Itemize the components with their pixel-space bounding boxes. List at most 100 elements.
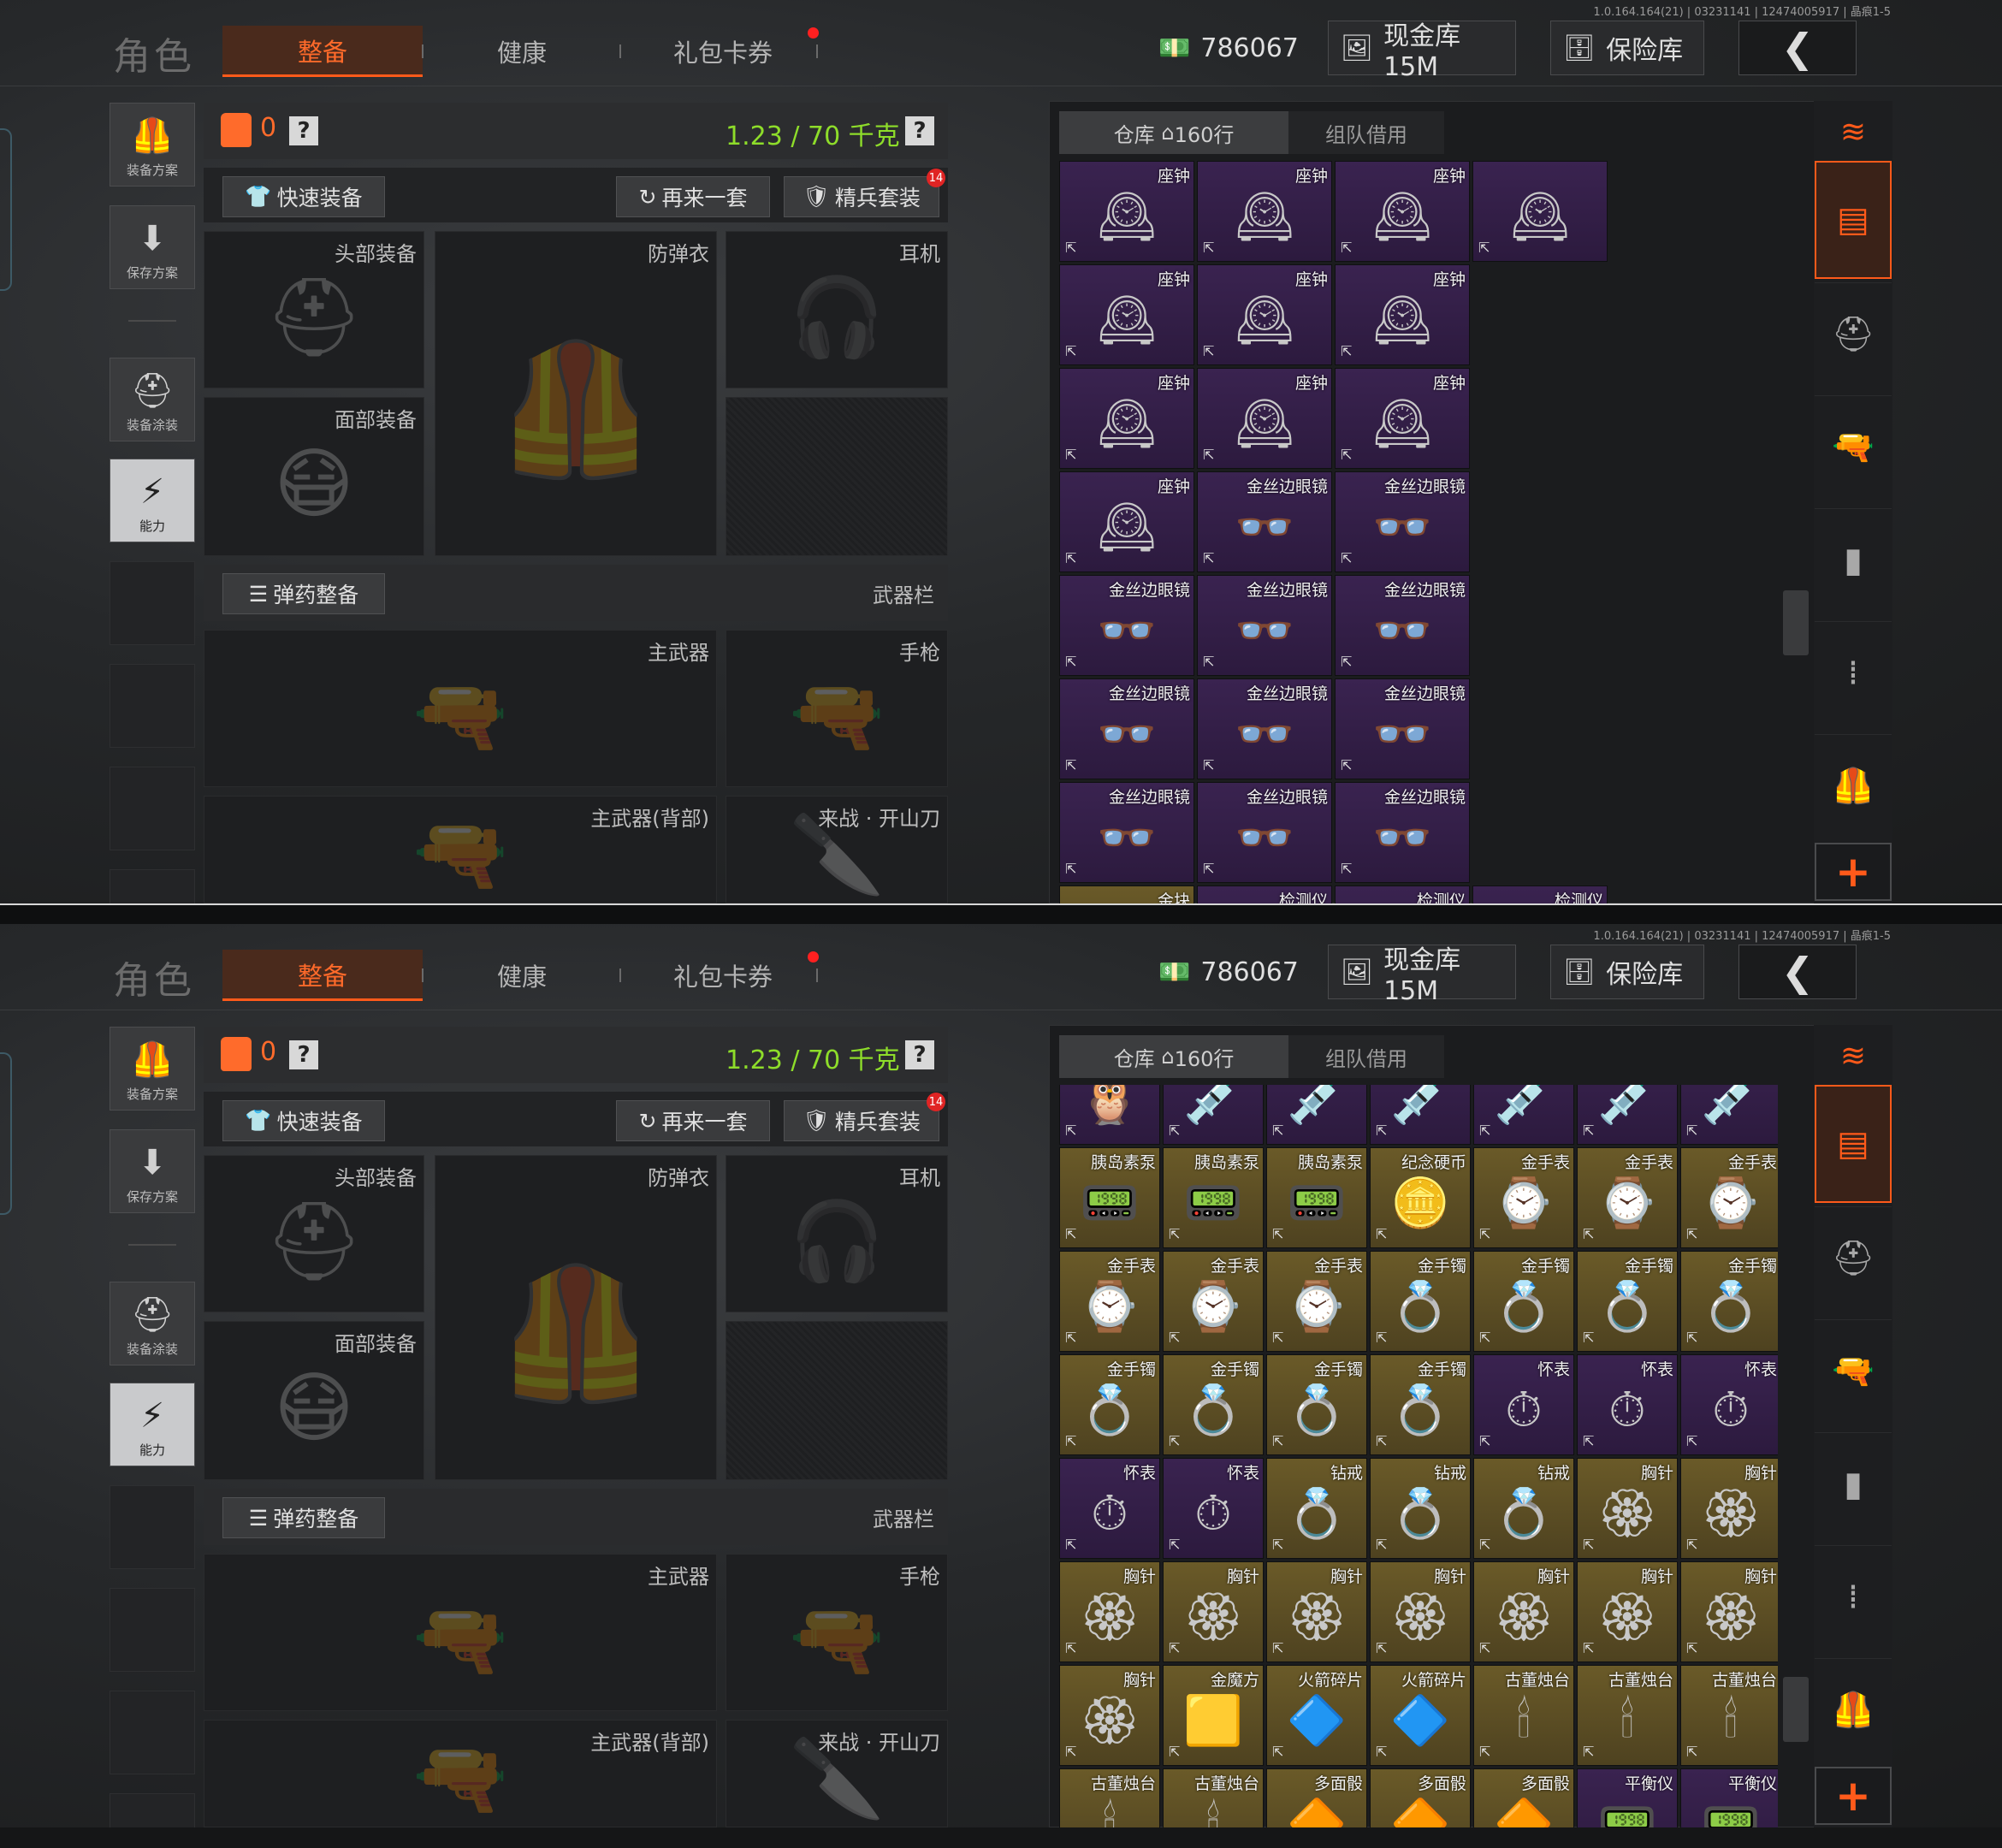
inventory-item[interactable]: 🕰 座钟 ⇱ — [1197, 368, 1332, 469]
inventory-item[interactable]: 💍 钻戒 ⇱ — [1266, 1458, 1367, 1559]
tab-gift[interactable]: 礼包卡券 — [637, 950, 808, 1001]
inventory-item[interactable]: 👓 金丝边眼镜 ⇱ — [1059, 678, 1194, 779]
inventory-item[interactable]: 🔶 多面骰 ⇱ — [1473, 1768, 1574, 1827]
inventory-item[interactable]: 💍 钻戒 ⇱ — [1370, 1458, 1471, 1559]
inventory-item[interactable]: 💉 ⇱ — [1577, 1085, 1678, 1145]
safe-box-button[interactable]: 🗄 保险库 — [1550, 945, 1704, 999]
tab-equip[interactable]: 整备 — [222, 950, 423, 1001]
inventory-item[interactable]: 🕰 座钟 ⇱ — [1059, 161, 1194, 262]
rifle-icon[interactable]: 🔫 — [1815, 1319, 1892, 1422]
inventory-item[interactable]: 🦉 ⇱ — [1059, 1085, 1160, 1145]
side-handle[interactable] — [0, 1052, 12, 1215]
inventory-item[interactable]: 🟨 金魔方 ⇱ — [1163, 1665, 1264, 1766]
slot-primary_back[interactable]: 主武器(背部) 🔫 — [204, 1720, 717, 1827]
sidebar-item-3[interactable]: ⚡ 能力 — [110, 459, 195, 542]
help-icon[interactable]: ? — [289, 116, 318, 145]
inventory-item[interactable]: 🔷 火箭碎片 ⇱ — [1266, 1665, 1367, 1766]
inventory-item[interactable]: 🏵 胸针 ⇱ — [1577, 1458, 1678, 1559]
slot-face[interactable]: 面部装备 😷 — [204, 397, 424, 556]
inventory-item[interactable]: 📟 检测仪 ⇱ — [1472, 886, 1608, 903]
inventory-item[interactable]: 🔶 多面骰 ⇱ — [1370, 1768, 1471, 1827]
sidebar-item-1[interactable]: ⬇ 保存方案 — [110, 205, 195, 289]
magazine-icon[interactable]: ▮ — [1815, 508, 1892, 611]
tab-health[interactable]: 健康 — [445, 26, 599, 77]
inventory-item[interactable]: ⏱ 怀表 ⇱ — [1163, 1458, 1264, 1559]
inventory-item[interactable]: ⌚ 金手表 ⇱ — [1473, 1147, 1574, 1248]
inventory-item[interactable]: 💍 钻戒 ⇱ — [1473, 1458, 1574, 1559]
inventory-item[interactable]: 🔷 火箭碎片 ⇱ — [1370, 1665, 1471, 1766]
inventory-item[interactable]: ⌚ 金手表 ⇱ — [1577, 1147, 1678, 1248]
add-icon[interactable]: + — [1815, 1767, 1892, 1825]
slot-armor[interactable]: 防弹衣 🦺 — [435, 1155, 717, 1480]
inventory-item[interactable]: 🕰 座钟 ⇱ — [1335, 161, 1470, 262]
inventory-item[interactable]: 🕰 ⇱ — [1472, 161, 1608, 262]
tab-team-borrow[interactable]: 组队借用 — [1288, 1035, 1444, 1078]
inventory-item[interactable]: 🕯 古董烛台 ⇱ — [1577, 1665, 1678, 1766]
vest-filter-icon[interactable]: 🦺 — [1815, 734, 1892, 837]
sort-icon[interactable]: ≋ — [1815, 1027, 1892, 1085]
sidebar-item-1[interactable]: ⬇ 保存方案 — [110, 1129, 195, 1213]
inventory-item[interactable]: 🕯 古董烛台 ⇱ — [1163, 1768, 1264, 1827]
inventory-item[interactable]: 👓 金丝边眼镜 ⇱ — [1197, 678, 1332, 779]
safe-box-button[interactable]: 🗄 保险库 — [1550, 21, 1704, 75]
inventory-item[interactable]: 🕯 古董烛台 ⇱ — [1680, 1665, 1778, 1766]
inventory-item[interactable]: 🕯 古董烛台 ⇱ — [1473, 1665, 1574, 1766]
inventory-item[interactable]: 📟 平衡仪 ⇱ — [1577, 1768, 1678, 1827]
elite-kit-button[interactable]: 🛡 精兵套装 14 — [784, 1093, 945, 1141]
inventory-item[interactable]: ⌚ 金手表 ⇱ — [1680, 1147, 1778, 1248]
inventory-item[interactable]: 🏵 胸针 ⇱ — [1266, 1561, 1367, 1662]
inventory-item[interactable]: 🕰 座钟 ⇱ — [1335, 368, 1470, 469]
quick-equip-button[interactable]: 👕 快速装备 — [222, 1100, 385, 1141]
inventory-item[interactable]: 🏵 胸针 ⇱ — [1680, 1561, 1778, 1662]
inventory-item[interactable]: 👓 金丝边眼镜 ⇱ — [1059, 782, 1194, 883]
inventory-item[interactable]: 🏵 胸针 ⇱ — [1680, 1458, 1778, 1559]
inventory-item[interactable]: 💉 ⇱ — [1370, 1085, 1471, 1145]
inventory-item[interactable]: 🏵 胸针 ⇱ — [1577, 1561, 1678, 1662]
filter-all-icon[interactable]: ▤ — [1815, 1085, 1892, 1203]
elite-kit-button[interactable]: 🛡 精兵套装 14 — [784, 169, 945, 217]
inventory-item[interactable]: ⏱ 怀表 ⇱ — [1059, 1458, 1160, 1559]
inventory-item[interactable]: ⏱ 怀表 ⇱ — [1680, 1354, 1778, 1455]
help-icon[interactable]: ? — [905, 1040, 934, 1069]
inventory-item[interactable]: 🕯 古董烛台 ⇱ — [1059, 1768, 1160, 1827]
inventory-item[interactable]: 🪙 纪念硬币 ⇱ — [1370, 1147, 1471, 1248]
slot-armor[interactable]: 防弹衣 🦺 — [435, 231, 717, 556]
inventory-item[interactable]: 💉 ⇱ — [1163, 1085, 1264, 1145]
back-button[interactable]: ❮ — [1738, 945, 1857, 999]
inventory-item[interactable]: 🏵 胸针 ⇱ — [1473, 1561, 1574, 1662]
sort-icon[interactable]: ≋ — [1815, 103, 1892, 161]
slot-primary_back[interactable]: 主武器(背部) 🔫 — [204, 796, 717, 903]
inventory-item[interactable]: 🕰 座钟 ⇱ — [1059, 471, 1194, 572]
inventory-item[interactable]: 📟 平衡仪 ⇱ — [1680, 1768, 1778, 1827]
tab-equip[interactable]: 整备 — [222, 26, 423, 77]
ammo-button[interactable]: ☰ 弹药整备 — [222, 1497, 385, 1538]
inventory-item[interactable]: 📟 胰岛素泵 ⇱ — [1059, 1147, 1160, 1248]
inventory-item[interactable]: 🕰 座钟 ⇱ — [1335, 264, 1470, 365]
help-icon[interactable]: ? — [289, 1040, 318, 1069]
inventory-item[interactable]: 🧈 金块 ⇱ — [1059, 886, 1194, 903]
add-icon[interactable]: + — [1815, 843, 1892, 901]
sidebar-item-0[interactable]: 🦺 装备方案 — [110, 103, 195, 187]
slot-melee[interactable]: 来战 · 开山刀 🔪 — [726, 1720, 948, 1827]
helmet-icon[interactable]: ⛑ — [1815, 1206, 1892, 1309]
inventory-item[interactable]: 🕰 座钟 ⇱ — [1197, 264, 1332, 365]
cash-store-button[interactable]: 🖼 现金库 15M — [1328, 945, 1516, 1006]
back-button[interactable]: ❮ — [1738, 21, 1857, 75]
slot-headset[interactable]: 耳机 🎧 — [726, 1155, 948, 1312]
inventory-item[interactable]: 👓 金丝边眼镜 ⇱ — [1197, 471, 1332, 572]
quick-equip-button[interactable]: 👕 快速装备 — [222, 176, 385, 217]
filter-all-icon[interactable]: ▤ — [1815, 161, 1892, 279]
slot-head[interactable]: 头部装备 ⛑ — [204, 231, 424, 388]
again-button[interactable]: ↻ 再来一套 — [616, 176, 770, 217]
rifle-icon[interactable]: 🔫 — [1815, 395, 1892, 498]
inventory-item[interactable]: 👓 金丝边眼镜 ⇱ — [1335, 471, 1470, 572]
scrollbar[interactable] — [1783, 590, 1809, 655]
magazine-icon[interactable]: ▮ — [1815, 1432, 1892, 1535]
inventory-item[interactable]: 🏵 胸针 ⇱ — [1059, 1665, 1160, 1766]
slot-melee[interactable]: 来战 · 开山刀 🔪 — [726, 796, 948, 903]
inventory-item[interactable]: 💍 金手镯 ⇱ — [1059, 1354, 1160, 1455]
inventory-item[interactable]: 👓 金丝边眼镜 ⇱ — [1197, 575, 1332, 676]
inventory-item[interactable]: ⏱ 怀表 ⇱ — [1577, 1354, 1678, 1455]
inventory-item[interactable]: 🕰 座钟 ⇱ — [1197, 161, 1332, 262]
help-icon[interactable]: ? — [905, 116, 934, 145]
